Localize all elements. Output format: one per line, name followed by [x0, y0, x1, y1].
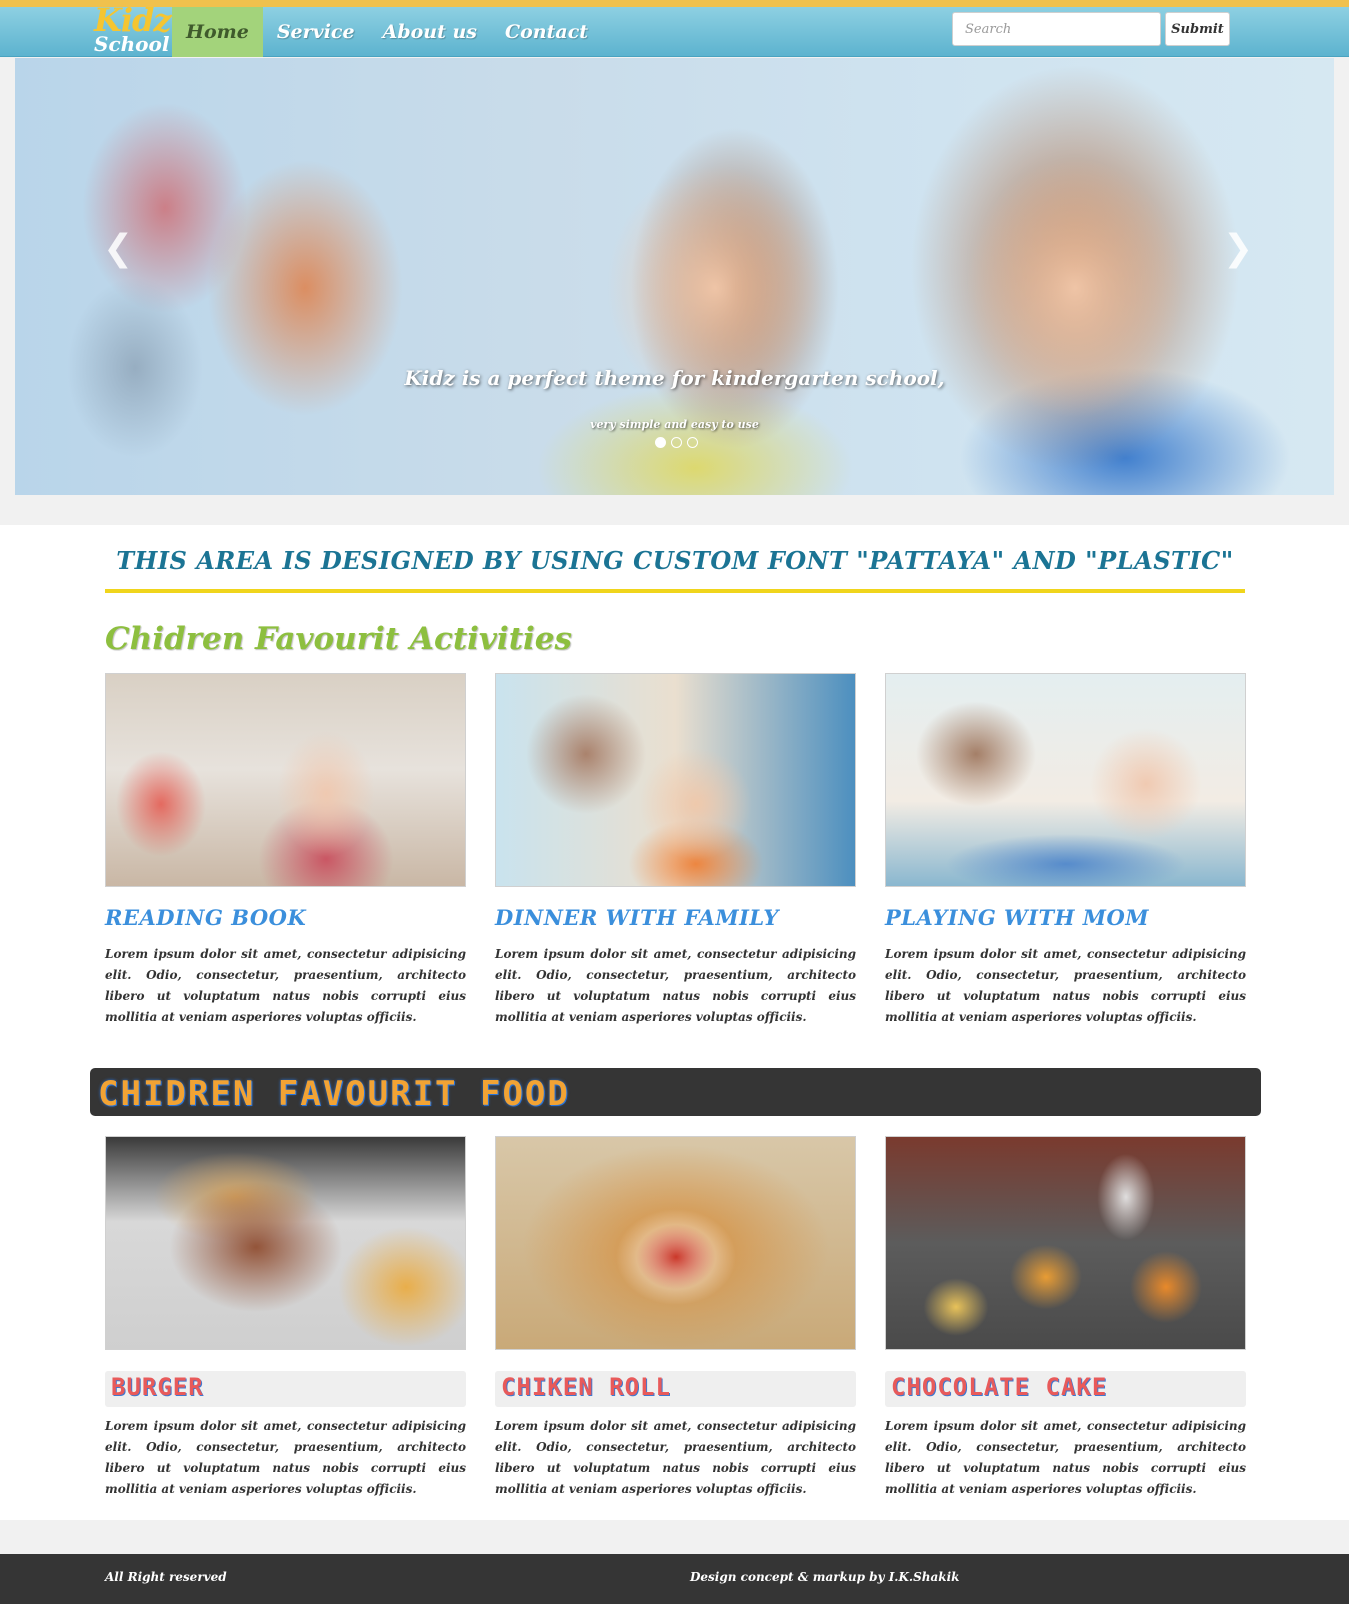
dinner-with-family-image	[495, 673, 856, 887]
footer-band	[0, 1520, 1349, 1556]
activity-title: READING BOOK	[105, 905, 307, 930]
carousel-indicator-3[interactable]	[687, 437, 698, 448]
carousel-indicators	[655, 437, 698, 448]
nav-home[interactable]: Home	[172, 7, 263, 57]
food-label-bar: BURGER	[105, 1371, 466, 1407]
food-description: Lorem ipsum dolor sit amet, consectetur …	[105, 1419, 466, 1496]
nav-contact[interactable]: Contact	[491, 7, 602, 57]
chevron-left-icon[interactable]: ❮	[103, 228, 133, 269]
food-label-bar: CHOCOLATE CAKE	[885, 1371, 1246, 1407]
brand-logo[interactable]: Kidz School	[94, 1, 172, 57]
activities-title: Chidren Favourit Activities	[105, 621, 572, 657]
chocolate-cake-image	[885, 1136, 1246, 1350]
credits-text: Design concept & markup by I.K.Shakik	[690, 1570, 960, 1584]
activity-description: Lorem ipsum dolor sit amet, consectetur …	[105, 947, 466, 1024]
top-accent-line	[0, 0, 1349, 7]
food-title: CHOCOLATE CAKE	[891, 1373, 1108, 1401]
food-label-bar: CHIKEN ROLL	[495, 1371, 856, 1407]
food-title: BURGER	[111, 1373, 204, 1401]
search-input[interactable]	[952, 12, 1161, 46]
carousel-subcaption: very simple and easy to use	[590, 418, 759, 431]
chiken-roll-image	[495, 1136, 856, 1350]
heading-underline	[105, 589, 1245, 593]
food-description: Lorem ipsum dolor sit amet, consectetur …	[495, 1419, 856, 1496]
submit-button[interactable]: Submit	[1165, 12, 1230, 46]
burger-image	[105, 1136, 466, 1350]
reading-book-image	[105, 673, 466, 887]
nav-about-us[interactable]: About us	[369, 7, 491, 57]
food-description: Lorem ipsum dolor sit amet, consectetur …	[885, 1419, 1246, 1496]
carousel-caption: Kidz is a perfect theme for kindergarten…	[404, 366, 945, 390]
navbar: Kidz School Home Service About us Contac…	[0, 1, 1349, 57]
copyright-text: All Right reserved	[105, 1570, 227, 1584]
carousel-indicator-1[interactable]	[655, 437, 666, 448]
custom-font-heading: THIS AREA IS DESIGNED BY USING CUSTOM FO…	[116, 546, 1234, 575]
chevron-right-icon[interactable]: ❯	[1223, 228, 1253, 269]
food-section-header: CHIDREN FAVOURIT FOOD	[90, 1068, 1261, 1116]
activity-title: PLAYING WITH MOM	[885, 905, 1150, 930]
activity-description: Lorem ipsum dolor sit amet, consectetur …	[495, 947, 856, 1024]
activity-description: Lorem ipsum dolor sit amet, consectetur …	[885, 947, 1246, 1024]
food-section-title: CHIDREN FAVOURIT FOOD	[98, 1074, 570, 1114]
carousel-indicator-2[interactable]	[671, 437, 682, 448]
activity-title: DINNER WITH FAMILY	[495, 905, 779, 930]
nav-service[interactable]: Service	[263, 7, 369, 57]
food-title: CHIKEN ROLL	[501, 1373, 671, 1401]
hero-carousel[interactable]: ❮ ❯ Kidz is a perfect theme for kinderga…	[15, 58, 1334, 495]
brand-subtitle: School	[94, 32, 170, 56]
main-nav: Home Service About us Contact	[172, 7, 602, 57]
playing-with-mom-image	[885, 673, 1246, 887]
footer: All Right reserved Design concept & mark…	[0, 1554, 1349, 1604]
